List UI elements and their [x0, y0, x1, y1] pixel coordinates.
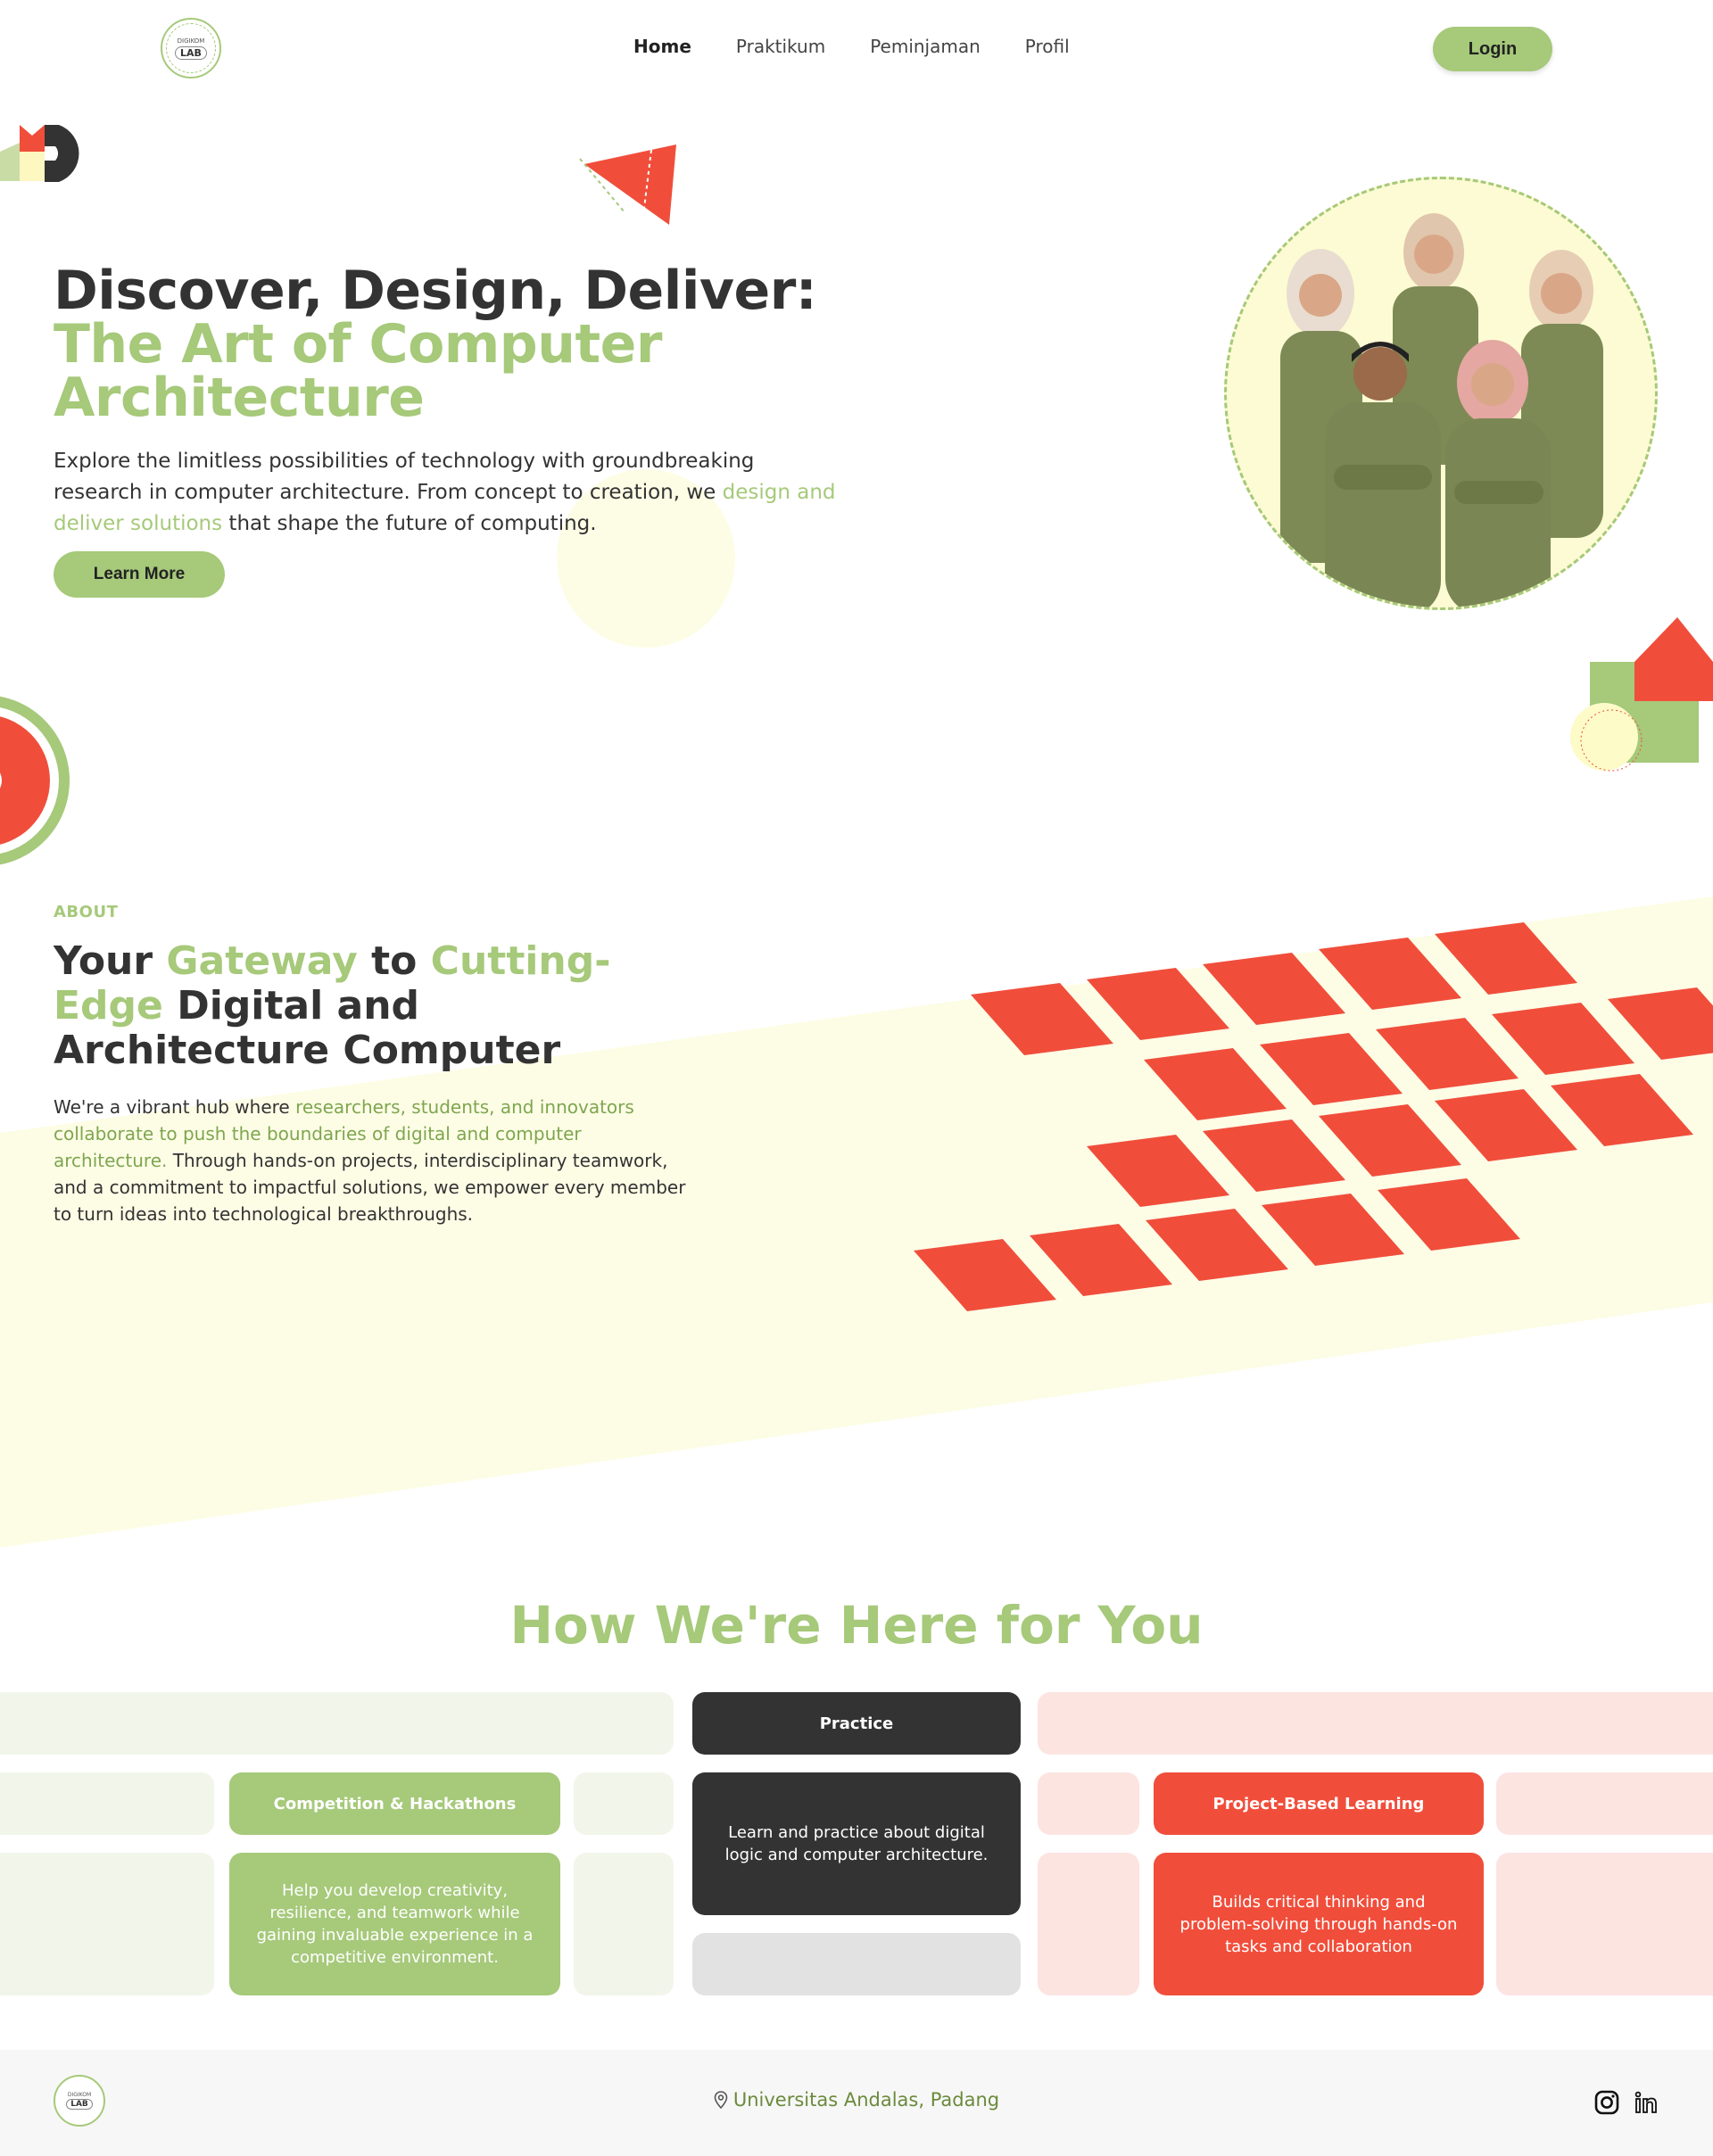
- logo-top-text: DIGIKOM: [177, 37, 205, 45]
- hero-text-part1: Explore the limitless possibilities of t…: [54, 450, 755, 504]
- about-label: ABOUT: [54, 903, 119, 921]
- green-bg-block: [0, 1692, 674, 1755]
- learn-more-button[interactable]: Learn More: [54, 551, 225, 598]
- logo-bottom-text: LAB: [175, 45, 207, 60]
- d-mark-shape: [0, 125, 79, 182]
- project-based-card-title[interactable]: Project-Based Learning: [1154, 1772, 1484, 1835]
- hero-title-line2: The Art of Computer: [54, 313, 662, 376]
- about-description: We're a vibrant hub where researchers, s…: [54, 1094, 696, 1227]
- about-title-part3: to: [357, 938, 431, 984]
- green-bg-block: [0, 1772, 214, 1835]
- about-text-part1: We're a vibrant hub where: [54, 1096, 296, 1118]
- tile: [1087, 968, 1229, 1040]
- about-title-gateway: Gateway: [166, 938, 358, 984]
- about-title-part1: Your: [54, 938, 167, 984]
- tile: [1203, 953, 1345, 1025]
- tile: [1319, 938, 1461, 1010]
- pink-bg-block: [1038, 1692, 1713, 1755]
- tile: [1376, 1018, 1519, 1090]
- footer-location-text: Universitas Andalas, Padang: [732, 2089, 1000, 2111]
- tile: [1378, 1178, 1520, 1251]
- tile: [1260, 1033, 1403, 1105]
- services-title: How We're Here for You: [509, 1595, 1204, 1656]
- navbar: DIGIKOM LAB Home Praktikum Peminjaman Pr…: [0, 0, 1713, 98]
- nav-item-profil[interactable]: Profil: [1025, 36, 1070, 57]
- about-title: Your Gateway to Cutting-Edge Digital and…: [54, 939, 696, 1073]
- hero-text-part2: that shape the future of computing.: [222, 512, 597, 535]
- tile: [1203, 1119, 1345, 1192]
- linkedin-icon[interactable]: [1633, 2089, 1659, 2116]
- hero-title-line3: Architecture: [54, 367, 425, 429]
- footer: DIGIKOM LAB Universitas Andalas, Padang: [0, 2050, 1713, 2156]
- tile: [1435, 922, 1577, 995]
- tile: [1087, 1135, 1229, 1207]
- hero-title-line1: Discover, Design, Deliver:: [54, 260, 817, 322]
- competition-card-title[interactable]: Competition & Hackathons: [229, 1772, 560, 1835]
- nav-item-praktikum[interactable]: Praktikum: [736, 36, 825, 57]
- tile: [914, 1239, 1056, 1311]
- project-based-card-desc: Builds critical thinking and problem-sol…: [1154, 1853, 1484, 1995]
- tile: [1608, 987, 1713, 1060]
- main-menu: Home Praktikum Peminjaman Profil: [633, 36, 1070, 57]
- red-triangle-shape: [579, 145, 676, 225]
- tile: [1030, 1224, 1172, 1296]
- tile: [1435, 1089, 1577, 1161]
- practice-card-desc: Learn and practice about digital logic a…: [692, 1772, 1021, 1915]
- lab-logo[interactable]: DIGIKOM LAB: [161, 18, 221, 78]
- login-button[interactable]: Login: [1433, 27, 1552, 71]
- nav-item-home[interactable]: Home: [633, 36, 691, 57]
- green-bg-block: [0, 1853, 214, 1995]
- hero-description: Explore the limitless possibilities of t…: [54, 446, 839, 540]
- instagram-icon[interactable]: [1593, 2089, 1620, 2116]
- pink-bg-block: [1038, 1772, 1139, 1835]
- green-bg-block: [574, 1853, 674, 1995]
- tile: [1262, 1194, 1404, 1266]
- tile: [971, 983, 1113, 1055]
- red-ring-shape: [0, 696, 70, 865]
- tile: [1146, 1209, 1288, 1281]
- practice-card-title[interactable]: Practice: [692, 1692, 1021, 1755]
- pink-bg-block: [1038, 1853, 1139, 1995]
- green-bg-block: [574, 1772, 674, 1835]
- nav-item-peminjaman[interactable]: Peminjaman: [870, 36, 981, 57]
- gray-bg-block: [692, 1933, 1021, 1995]
- tile: [1551, 1074, 1693, 1146]
- footer-location: Universitas Andalas, Padang: [0, 2089, 1713, 2111]
- tile: [1492, 1003, 1634, 1075]
- tile: [1319, 1104, 1461, 1177]
- pink-bg-block: [1496, 1853, 1713, 1995]
- red-tiles-grid: [914, 922, 1713, 1311]
- team-illustration: [1280, 213, 1603, 607]
- pink-bg-block: [1496, 1772, 1713, 1835]
- tile: [1144, 1048, 1287, 1120]
- competition-card-desc: Help you develop creativity, resilience,…: [229, 1853, 560, 1995]
- hero-title: Discover, Design, Deliver: The Art of Co…: [54, 264, 856, 425]
- team-photo: [1224, 177, 1658, 610]
- green-square-shape: [1570, 617, 1713, 772]
- location-pin-icon: [714, 2091, 728, 2110]
